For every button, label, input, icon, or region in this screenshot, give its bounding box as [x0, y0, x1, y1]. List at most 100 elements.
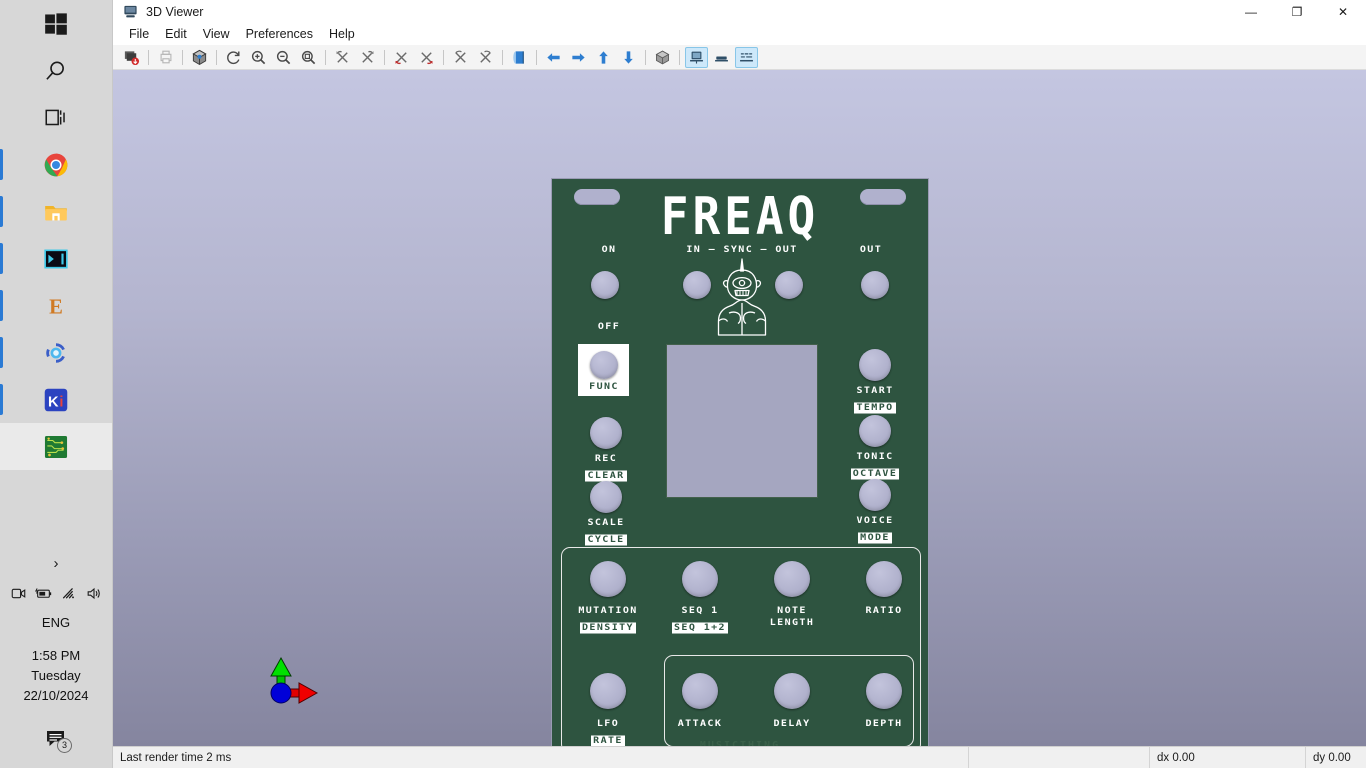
- svg-text:i: i: [59, 394, 63, 410]
- rec-button[interactable]: [590, 417, 622, 449]
- battery-icon[interactable]: [34, 586, 53, 601]
- wifi-icon[interactable]: [60, 586, 78, 601]
- ratio-knob-label: RATIO: [842, 605, 926, 617]
- toolbar-separator: [645, 49, 646, 65]
- power-switch[interactable]: [591, 271, 619, 299]
- toolbar-separator: [502, 49, 503, 65]
- board-body-icon: [690, 51, 703, 64]
- rotate-z-cw-icon: [480, 50, 491, 63]
- system-tray: [0, 578, 112, 608]
- func-button-label: FUNC: [564, 381, 644, 393]
- zoom-fit-button[interactable]: [297, 47, 320, 68]
- mutation-label-secondary: DENSITY: [580, 622, 636, 634]
- status-render-time: Last render time 2 ms: [120, 751, 232, 764]
- rotate-y-ccw-button[interactable]: [390, 47, 413, 68]
- taskbar-item-terminal[interactable]: [0, 235, 112, 282]
- taskbar-item-kicad[interactable]: K i: [0, 376, 112, 423]
- oled-display[interactable]: [666, 344, 818, 498]
- taskbar-item-sync-app[interactable]: [0, 329, 112, 376]
- tray-overflow-button[interactable]: ›: [0, 548, 112, 578]
- rotate-z-cw-button[interactable]: [474, 47, 497, 68]
- title-bar: 3D Viewer — ❐ ✕: [113, 0, 1366, 23]
- taskbar-clock[interactable]: 1:58 PM Tuesday 22/10/2024: [0, 636, 112, 710]
- sync-orb-icon: [46, 342, 65, 363]
- audio-out-jack[interactable]: [861, 271, 889, 299]
- sync-in-jack[interactable]: [683, 271, 711, 299]
- refresh-button[interactable]: [222, 47, 245, 68]
- arrow-left-icon: [547, 52, 560, 62]
- mutation-knob[interactable]: [590, 561, 626, 597]
- rotate-x-ccw-button[interactable]: [331, 47, 354, 68]
- pcb-board-icon: [44, 435, 68, 458]
- pcb-panel[interactable]: FREAQ ON IN — SYNC — OUT OUT OFF FUNC RE…: [551, 178, 929, 746]
- note-length-knob[interactable]: [774, 561, 810, 597]
- move-up-button[interactable]: [592, 47, 615, 68]
- seq1-knob[interactable]: [682, 561, 718, 597]
- move-left-button[interactable]: [542, 47, 565, 68]
- search-button[interactable]: [0, 47, 112, 94]
- notification-center-button[interactable]: 3: [0, 710, 112, 768]
- task-view-button[interactable]: [0, 94, 112, 141]
- language-indicator[interactable]: ENG: [0, 608, 112, 636]
- copy-to-clipboard-button[interactable]: [188, 47, 211, 68]
- enable-raytracing-button[interactable]: [651, 47, 674, 68]
- show-board-body-button[interactable]: [685, 46, 708, 68]
- attack-label-primary: ATTACK: [677, 718, 723, 729]
- start-button-label: START TEMPO: [832, 385, 918, 415]
- rec-button-label: REC CLEAR: [564, 453, 648, 483]
- menu-file[interactable]: File: [121, 24, 157, 44]
- rotate-x-cw-button[interactable]: [356, 47, 379, 68]
- depth-knob[interactable]: [866, 673, 902, 709]
- taskbar-item-eagle[interactable]: E: [0, 282, 112, 329]
- rotate-y-cw-button[interactable]: [415, 47, 438, 68]
- show-copper-button[interactable]: [710, 47, 733, 68]
- menu-view[interactable]: View: [195, 24, 238, 44]
- sync-out-jack[interactable]: [775, 271, 803, 299]
- menu-help[interactable]: Help: [321, 24, 363, 44]
- taskbar-item-file-explorer[interactable]: [0, 188, 112, 235]
- print-button[interactable]: [154, 47, 177, 68]
- move-right-button[interactable]: [567, 47, 590, 68]
- window-title: 3D Viewer: [146, 4, 204, 19]
- menu-edit[interactable]: Edit: [157, 24, 195, 44]
- rotate-z-ccw-button[interactable]: [449, 47, 472, 68]
- seq1-label-secondary: SEQ 1+2: [672, 622, 728, 634]
- attack-knob-label: ATTACK: [656, 718, 744, 730]
- status-empty-cell: [969, 747, 1149, 768]
- tonic-button[interactable]: [859, 415, 891, 447]
- menu-preferences[interactable]: Preferences: [238, 24, 321, 44]
- delay-label-primary: DELAY: [773, 718, 811, 729]
- voice-button[interactable]: [859, 479, 891, 511]
- move-down-button[interactable]: [617, 47, 640, 68]
- reload-board-button[interactable]: [120, 47, 143, 68]
- arrow-down-icon: [624, 50, 633, 64]
- zoom-out-button[interactable]: [272, 47, 295, 68]
- delay-knob[interactable]: [774, 673, 810, 709]
- close-button[interactable]: ✕: [1320, 0, 1366, 23]
- rotate-x-ccw-icon: [336, 50, 348, 63]
- volume-icon[interactable]: [85, 586, 103, 601]
- 3d-viewport[interactable]: FREAQ ON IN — SYNC — OUT OUT OFF FUNC RE…: [113, 70, 1366, 746]
- y-axis-arrow: [270, 656, 292, 677]
- ratio-knob[interactable]: [866, 561, 902, 597]
- attack-knob[interactable]: [682, 673, 718, 709]
- scale-button[interactable]: [590, 481, 622, 513]
- lfo-knob[interactable]: [590, 673, 626, 709]
- status-dx: dx 0.00: [1157, 751, 1195, 764]
- maximize-button[interactable]: ❐: [1274, 0, 1320, 23]
- start-button[interactable]: [0, 0, 112, 47]
- start-button[interactable]: [859, 349, 891, 381]
- zoom-in-button[interactable]: [247, 47, 270, 68]
- taskbar-item-chrome[interactable]: [0, 141, 112, 188]
- status-dy: dy 0.00: [1313, 751, 1351, 764]
- func-button[interactable]: [590, 351, 618, 379]
- note-length-label-line1: NOTE: [777, 605, 807, 616]
- flip-board-button[interactable]: [508, 47, 531, 68]
- note-length-knob-label: NOTE LENGTH: [747, 605, 837, 629]
- minimize-button[interactable]: —: [1228, 0, 1274, 23]
- lfo-label-primary: LFO: [596, 718, 620, 729]
- show-silkscreen-button[interactable]: [735, 46, 758, 68]
- camera-icon[interactable]: [10, 586, 27, 601]
- taskbar-item-3d-viewer[interactable]: [0, 423, 112, 470]
- label-sync: IN — SYNC — OUT: [686, 244, 798, 255]
